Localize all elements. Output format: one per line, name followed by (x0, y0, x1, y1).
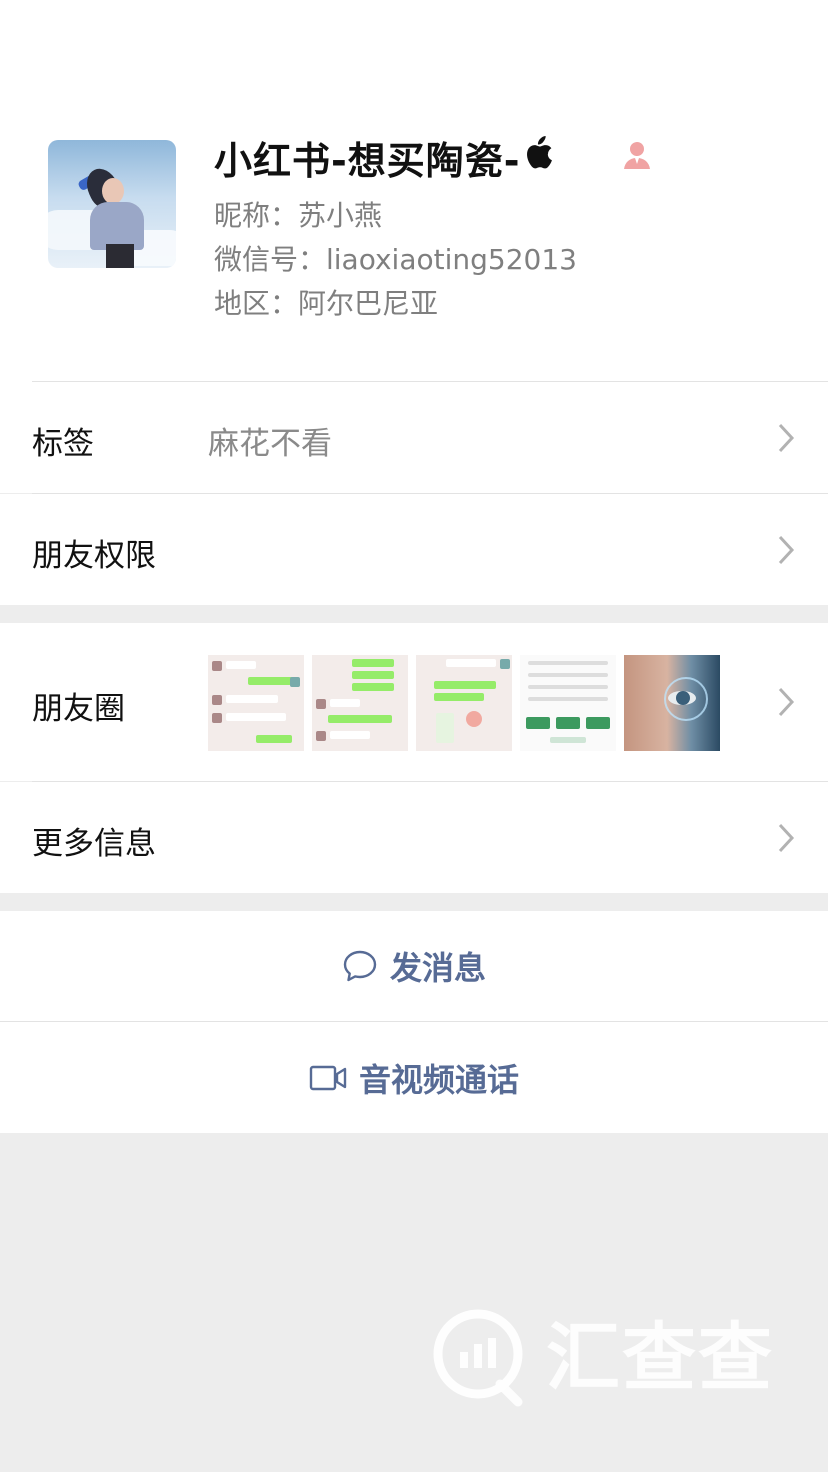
video-camera-icon (309, 1065, 347, 1090)
moment-thumbnail (416, 655, 512, 751)
watermark-text: 汇查查 (546, 1315, 774, 1401)
region: 地区：阿尔巴尼亚 (214, 287, 439, 320)
send-message-label: 发消息 (389, 949, 486, 987)
moment-thumbnail (208, 655, 304, 751)
friend-permissions-label: 朋友权限 (32, 538, 156, 574)
more-info-label: 更多信息 (32, 826, 156, 862)
moments-row[interactable]: 朋友圈 (0, 623, 828, 781)
moments-label: 朋友圈 (32, 691, 125, 727)
profile-header: 小红书-想买陶瓷- 昵称：苏小燕 微信号：liaoxiaoting52013 地… (0, 0, 828, 382)
moment-thumbnail (520, 655, 616, 751)
video-call-label: 音视频通话 (358, 1060, 519, 1099)
tags-label: 标签 (32, 426, 94, 462)
nickname: 昵称：苏小燕 (214, 199, 383, 232)
watermark: 汇查查 (430, 1308, 780, 1408)
moment-thumbnail (312, 655, 408, 751)
chat-bubble-icon (343, 950, 377, 982)
tags-row[interactable]: 标签 麻花不看 (0, 382, 828, 493)
avatar[interactable] (48, 140, 176, 268)
apple-icon (523, 136, 553, 178)
moments-thumbnails (208, 655, 720, 751)
more-info-row[interactable]: 更多信息 (0, 782, 828, 893)
video-call-button[interactable]: 音视频通话 (0, 1022, 828, 1133)
chevron-right-icon (778, 535, 795, 565)
friend-permissions-row[interactable]: 朋友权限 (0, 494, 828, 605)
tags-value: 麻花不看 (208, 426, 332, 462)
moment-thumbnail (624, 655, 720, 751)
profile-name: 小红书-想买陶瓷- (214, 132, 553, 183)
watermark-logo-icon (433, 1309, 523, 1407)
send-message-button[interactable]: 发消息 (0, 911, 828, 1021)
chevron-right-icon (778, 823, 795, 853)
female-icon (624, 142, 650, 169)
profile-name-text: 小红书-想买陶瓷- (214, 138, 521, 183)
wechat-id: 微信号：liaoxiaoting52013 (214, 243, 577, 276)
chevron-right-icon (778, 423, 795, 453)
chevron-right-icon (778, 687, 795, 717)
